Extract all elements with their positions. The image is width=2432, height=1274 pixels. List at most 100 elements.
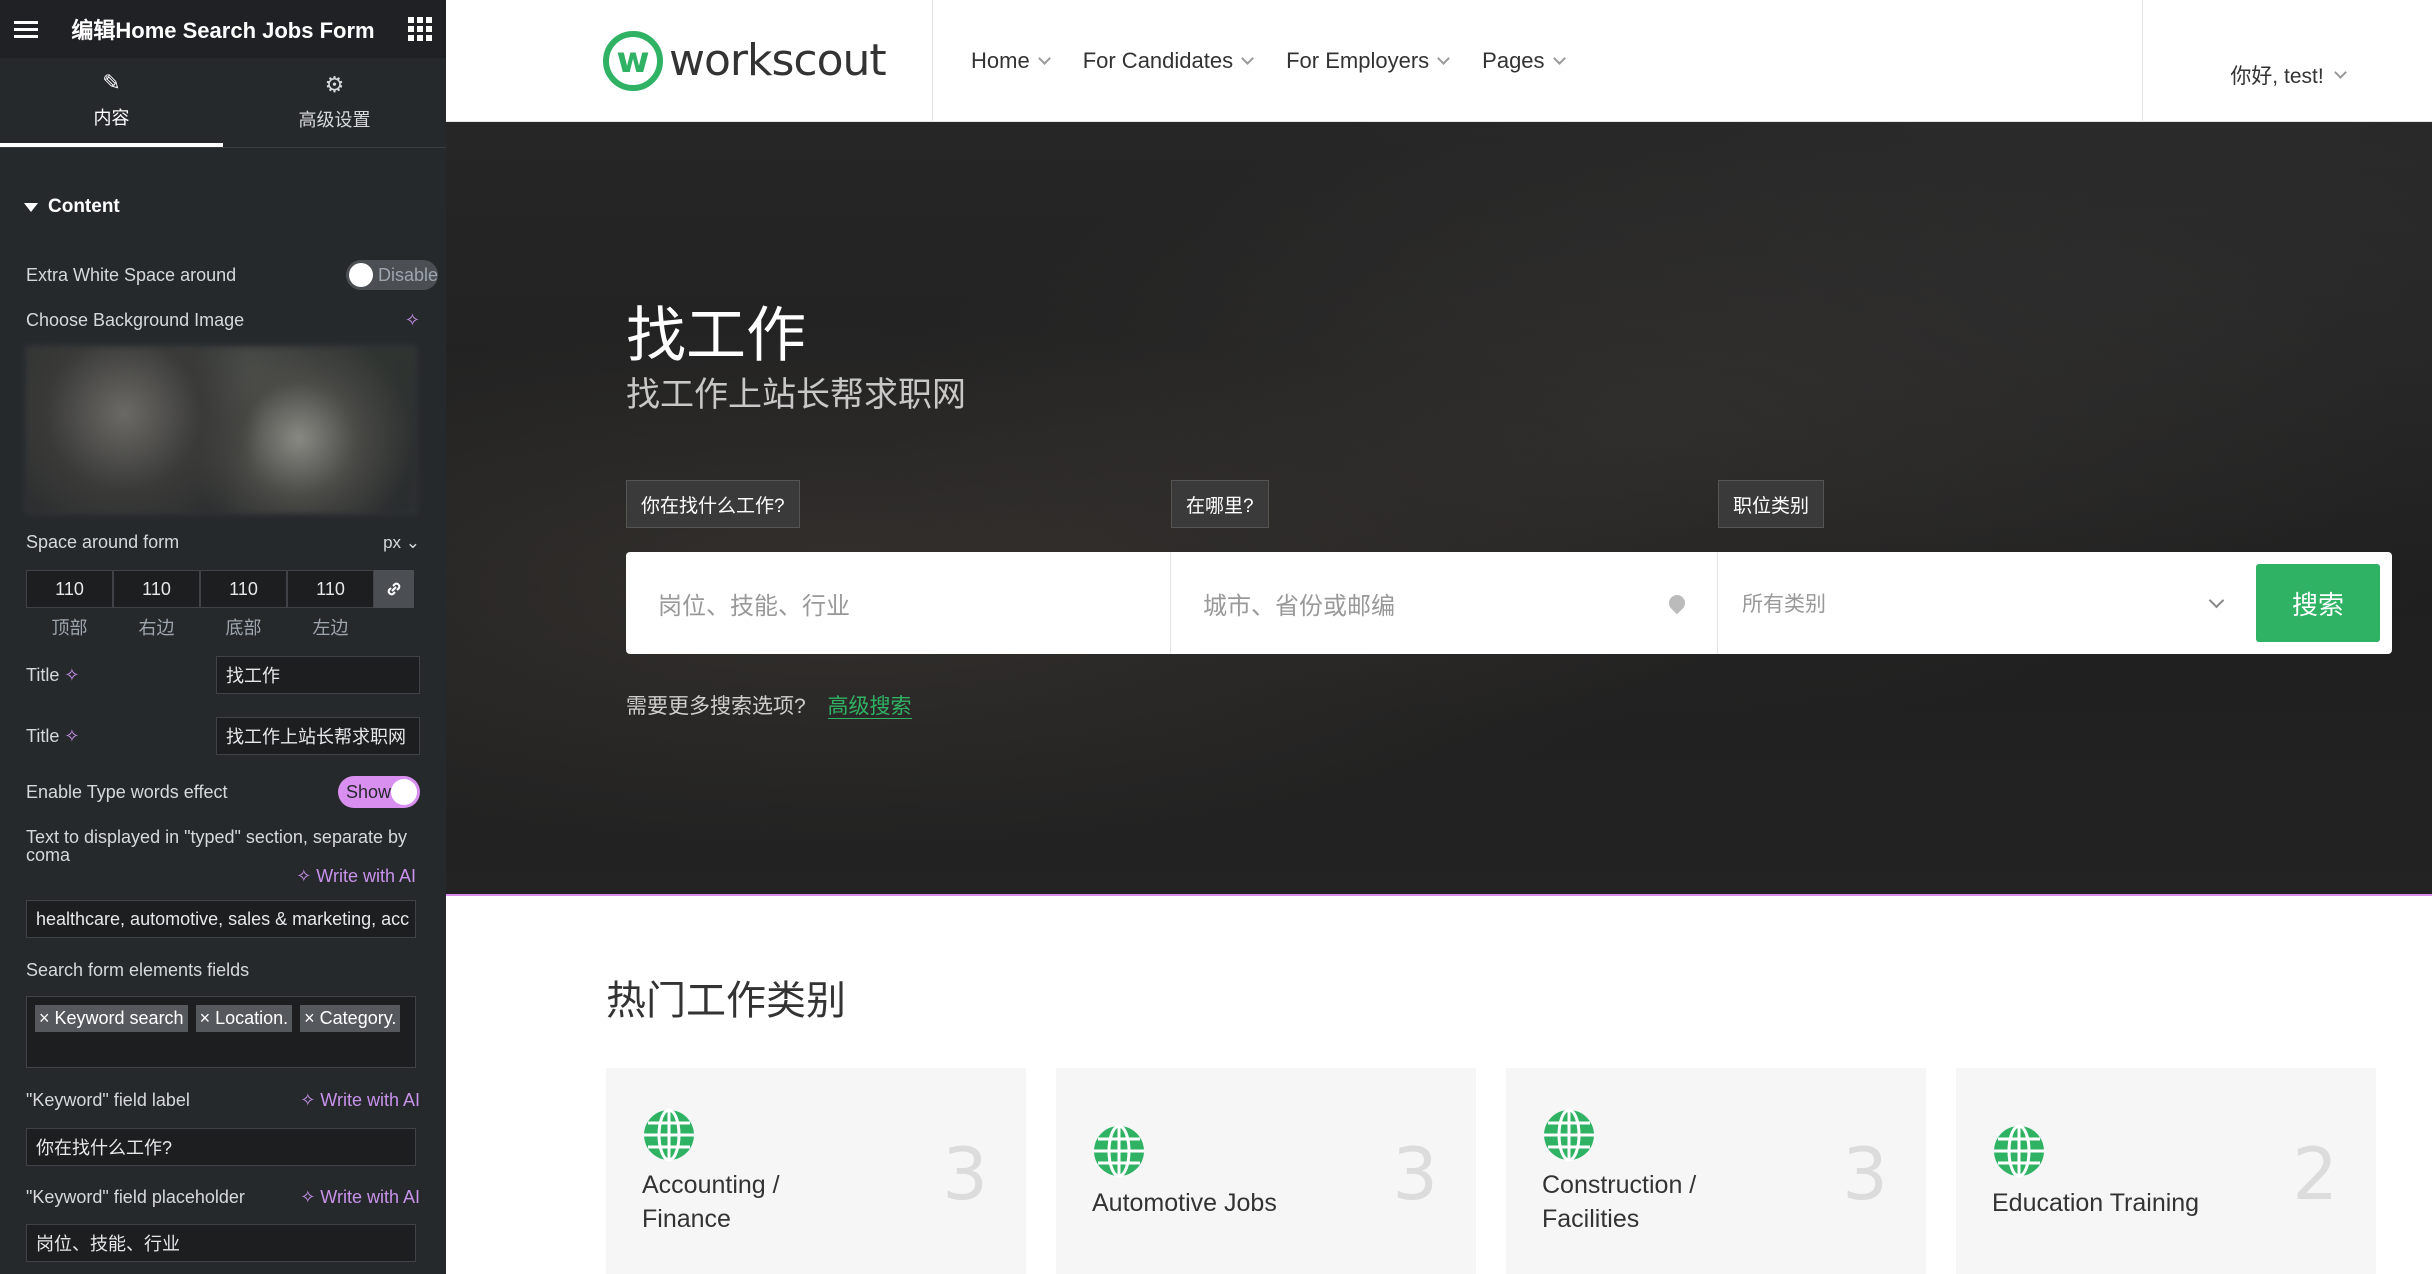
tag-keyword[interactable]: × Keyword search (35, 1005, 188, 1032)
user-greeting: 你好, test! (2230, 64, 2324, 88)
bg-image-row: Choose Background Image ✧ (26, 310, 420, 331)
space-around-label: Space around form (26, 532, 180, 552)
space-dimensions: 110 110 110 110 (26, 570, 414, 608)
category-count: 3 (942, 1132, 988, 1216)
space-right-input[interactable]: 110 (113, 570, 200, 608)
gear-icon: ⚙ (324, 71, 345, 97)
tag-location[interactable]: × Location. (195, 1005, 293, 1032)
site-preview: w workscout Home For Candidates For Empl… (446, 0, 2432, 1274)
tab-content-label: 内容 (93, 107, 130, 128)
hero-subtitle: 找工作上站长帮求职网 (626, 375, 966, 415)
tab-advanced[interactable]: ⚙ 高级设置 (223, 58, 446, 147)
nav-pages[interactable]: Pages (1482, 48, 1566, 74)
space-left-input[interactable]: 110 (287, 570, 374, 608)
selection-outline (446, 894, 2432, 896)
globe-icon (644, 1108, 694, 1162)
apps-grid-icon[interactable] (408, 17, 432, 41)
kw-label-input[interactable]: 你在找什么工作? (26, 1128, 416, 1166)
chevron-down-icon (1552, 51, 1566, 65)
tab-content[interactable]: ✎ 内容 (0, 58, 223, 147)
category-count: 3 (1842, 1132, 1888, 1216)
ai-sparkle-icon: ✧ (64, 664, 80, 685)
type-effect-label: Enable Type words effect (26, 781, 228, 802)
category-name: Automotive Jobs (1092, 1189, 1277, 1217)
chevron-down-icon (1437, 51, 1451, 65)
category-placeholder: 所有类别 (1742, 593, 1826, 616)
write-with-ai-link[interactable]: ✧ Write with AI (300, 1090, 420, 1111)
advanced-search-row: 需要更多搜索选项? 高级搜索 (626, 690, 912, 720)
write-with-ai-link[interactable]: ✧ Write with AI (296, 866, 416, 887)
space-side-labels: 顶部 右边 底部 左边 (26, 614, 374, 640)
typed-text-input[interactable]: healthcare, automotive, sales & marketin… (26, 900, 416, 938)
kw-placeholder-label: "Keyword" field placeholder (26, 1187, 245, 1207)
nav-for-candidates[interactable]: For Candidates (1083, 48, 1254, 74)
chevron-down-icon (1037, 51, 1051, 65)
kw-label-label: "Keyword" field label (26, 1090, 190, 1110)
title2-row: Title ✧ 找工作上站长帮求职网 (26, 717, 420, 755)
side-label: 顶部 (51, 618, 88, 638)
globe-icon (1094, 1124, 1144, 1178)
category-card[interactable]: Accounting / Finance 3 (606, 1068, 1026, 1274)
keyword-field-label: 你在找什么工作? (626, 480, 800, 528)
tab-advanced-label: 高级设置 (298, 109, 371, 130)
kw-placeholder-input[interactable]: 岗位、技能、行业 (26, 1224, 416, 1262)
panel-title: 编辑Home Search Jobs Form (71, 18, 375, 43)
unit-select[interactable]: px ⌄ (383, 533, 420, 553)
title2-input[interactable]: 找工作上站长帮求职网 (216, 717, 420, 755)
side-label: 右边 (138, 618, 175, 638)
background-image-preview[interactable] (26, 346, 416, 514)
category-count: 3 (1392, 1132, 1438, 1216)
editor-panel: 编辑Home Search Jobs Form ✎ 内容 ⚙ 高级设置 Cont… (0, 0, 446, 1274)
typed-text-label: Text to displayed in "typed" section, se… (26, 827, 407, 865)
user-menu[interactable]: 你好, test! (2142, 0, 2432, 121)
category-card[interactable]: Construction / Facilities 3 (1506, 1068, 1926, 1274)
pencil-icon: ✎ (102, 69, 121, 95)
write-with-ai-link[interactable]: ✧ Write with AI (300, 1187, 420, 1208)
menu-icon[interactable] (14, 17, 38, 42)
chevron-down-icon (1241, 51, 1254, 65)
side-label: 底部 (225, 618, 262, 638)
panel-tabs: ✎ 内容 ⚙ 高级设置 (0, 58, 446, 148)
title2-label: Title ✧ (26, 725, 80, 746)
tag-category[interactable]: × Category. (300, 1005, 401, 1032)
fields-tag-input[interactable]: × Keyword search × Location. × Category. (26, 996, 416, 1068)
space-bottom-input[interactable]: 110 (200, 570, 287, 608)
main-nav: Home For Candidates For Employers Pages (933, 0, 2142, 121)
section-content-toggle[interactable]: Content (0, 172, 446, 242)
advanced-search-text: 需要更多搜索选项? (626, 695, 806, 718)
globe-icon (1544, 1108, 1594, 1162)
section-title: Content (48, 196, 120, 217)
category-field-label: 职位类别 (1718, 480, 1825, 528)
search-button[interactable]: 搜索 (2256, 564, 2380, 642)
ai-sparkle-icon[interactable]: ✧ (405, 310, 420, 331)
logo-mark: w (603, 30, 663, 91)
bg-image-label: Choose Background Image (26, 310, 245, 330)
location-placeholder: 城市、省份或邮编 (1203, 592, 1395, 620)
type-effect-toggle[interactable]: Show (338, 776, 420, 808)
category-card[interactable]: Education Training 2 (1956, 1068, 2376, 1274)
location-field-label: 在哪里? (1171, 480, 1269, 528)
category-select[interactable]: 所有类别 (1718, 552, 2240, 654)
nav-home[interactable]: Home (971, 48, 1051, 74)
space-around-row: Space around form px ⌄ (26, 532, 420, 553)
panel-header: 编辑Home Search Jobs Form (0, 0, 446, 58)
site-logo[interactable]: w workscout (446, 0, 933, 121)
link-values-icon[interactable] (374, 570, 414, 608)
fields-label: Search form elements fields (26, 960, 250, 980)
caret-down-icon (24, 202, 38, 212)
space-top-input[interactable]: 110 (26, 570, 113, 608)
category-count: 2 (2292, 1132, 2338, 1216)
category-card[interactable]: Automotive Jobs 3 (1056, 1068, 1476, 1274)
hero-search-section: 找工作 找工作上站长帮求职网 你在找什么工作? 在哪里? 职位类别 岗位、技能、… (446, 122, 2432, 896)
keyword-input[interactable]: 岗位、技能、行业 (626, 552, 1171, 654)
globe-icon (1994, 1124, 2044, 1178)
extra-space-toggle[interactable]: Disable (346, 260, 438, 290)
advanced-search-link[interactable]: 高级搜索 (827, 695, 912, 719)
kw-label-row: "Keyword" field label ✧ Write with AI (26, 1090, 420, 1111)
title1-input[interactable]: 找工作 (216, 656, 420, 694)
nav-for-employers[interactable]: For Employers (1286, 48, 1451, 74)
location-input[interactable]: 城市、省份或邮编 (1171, 552, 1718, 654)
logo-text: workscout (669, 35, 887, 86)
category-name: Accounting / Finance (642, 1171, 780, 1233)
side-label: 左边 (312, 618, 349, 638)
